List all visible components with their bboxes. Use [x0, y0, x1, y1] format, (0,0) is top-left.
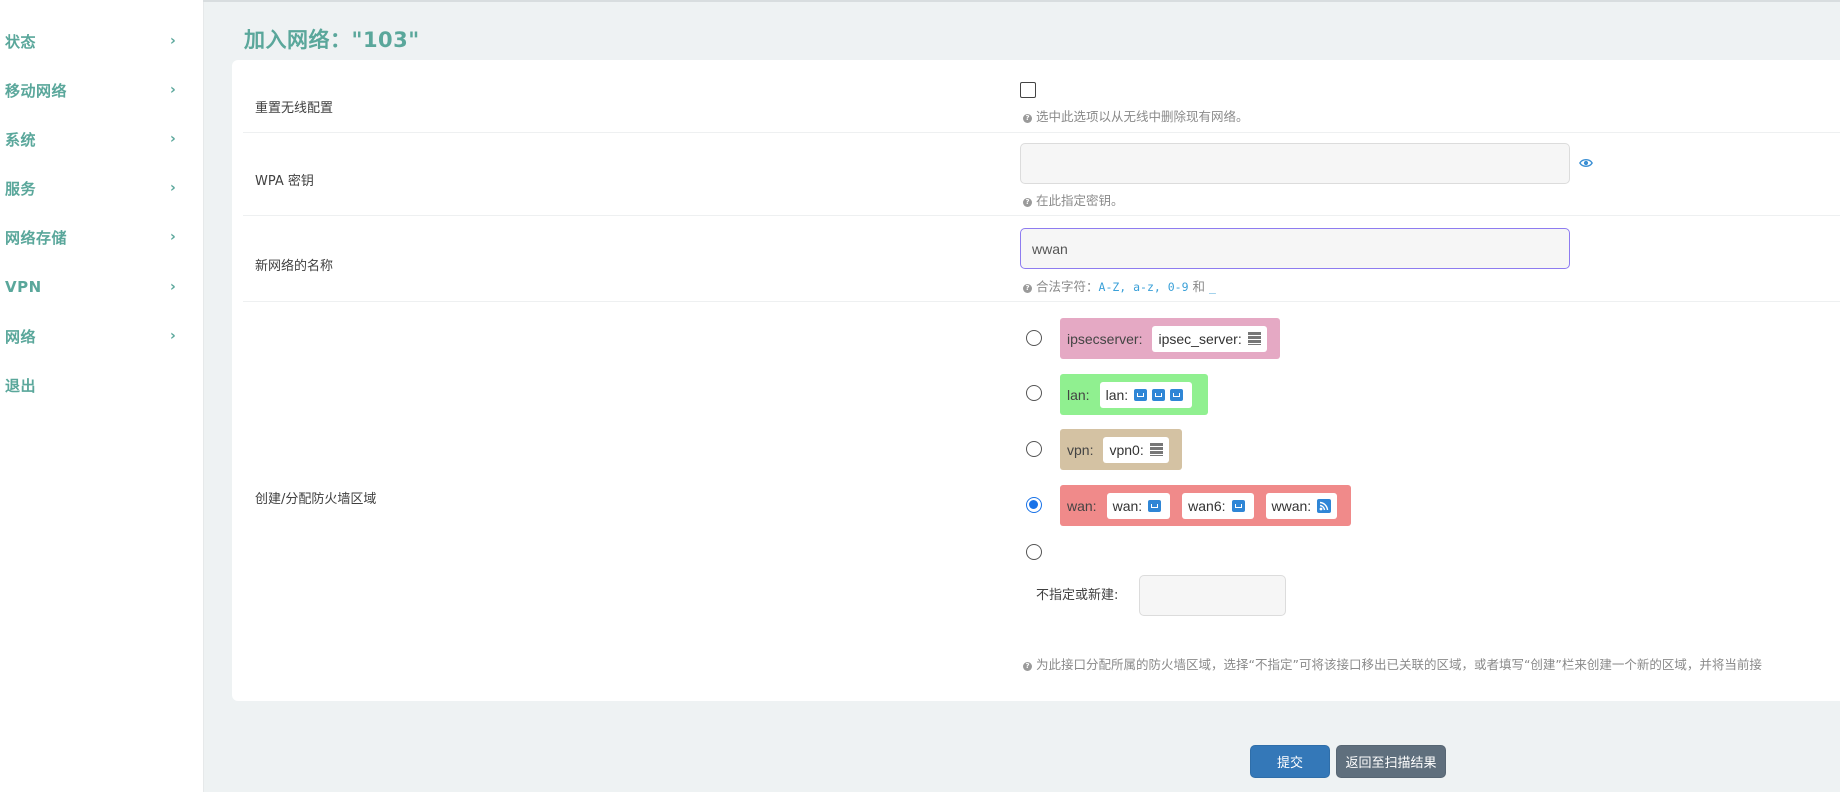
eye-icon[interactable]: [1579, 156, 1593, 170]
ethernet-icon: [1170, 388, 1184, 401]
zone-radio-none[interactable]: [1026, 544, 1042, 560]
row-divider: [243, 301, 1840, 302]
zone-badge-ipsecserver[interactable]: ipsecserver: ipsec_server:: [1060, 318, 1280, 359]
firewall-zone-label: 创建/分配防火墙区域: [255, 492, 377, 507]
sidebar-item-logout[interactable]: 退出: [0, 370, 186, 400]
interface-chip: wan6:: [1182, 492, 1254, 519]
help-and: 和: [1188, 279, 1209, 294]
sidebar-item-label: 移动网络: [5, 81, 68, 100]
interface-label: ipsec_server:: [1158, 330, 1242, 347]
ethernet-icon: [1148, 499, 1162, 512]
sidebar-item-label: 网络存储: [5, 228, 68, 247]
ethernet-icon: [1152, 388, 1166, 401]
page-title: 加入网络："103": [244, 28, 420, 52]
top-divider: [203, 0, 1840, 2]
interface-label: lan:: [1105, 386, 1129, 403]
interface-label: vpn0:: [1109, 441, 1144, 458]
reset-wireless-label: 重置无线配置: [255, 101, 334, 116]
allowed-underscore: _: [1208, 280, 1216, 294]
sidebar-item-mobile-network[interactable]: 移动网络 ›: [0, 75, 186, 105]
help-text: 为此接口分配所属的防火墙区域，选择“不指定”可将该接口移出已关联的区域，或者填写…: [1036, 657, 1762, 672]
wpa-key-label: WPA 密钥: [255, 174, 314, 189]
sidebar: 状态 › 移动网络 › 系统 › 服务 › 网络存储 › VPN › 网络 › …: [0, 0, 204, 792]
chevron-right-icon: ›: [170, 328, 176, 344]
interface-label: wwan:: [1271, 497, 1312, 514]
help-icon: ?: [1023, 284, 1032, 293]
zone-radio-vpn[interactable]: [1026, 441, 1042, 457]
zone-badge-wan[interactable]: wan: wan: wan6: wwan:: [1060, 485, 1351, 526]
interface-chip: lan:: [1099, 381, 1193, 408]
interface-chip: vpn0:: [1103, 436, 1169, 463]
chevron-right-icon: ›: [170, 229, 176, 245]
network-name-input[interactable]: [1020, 228, 1570, 269]
row-divider: [243, 132, 1840, 133]
zone-none-label: 不指定或新建:: [1036, 588, 1119, 603]
zone-radio-wan[interactable]: [1026, 497, 1042, 513]
sidebar-item-label: 系统: [5, 130, 37, 149]
server-icon: [1247, 332, 1261, 345]
network-name-label: 新网络的名称: [255, 259, 334, 274]
interface-label: wan6:: [1188, 497, 1226, 514]
sidebar-item-vpn[interactable]: VPN ›: [0, 272, 186, 302]
help-text: 选中此选项以从无线中删除现有网络。: [1036, 109, 1249, 124]
zone-name: lan:: [1067, 386, 1090, 403]
wpa-key-input[interactable]: [1020, 143, 1570, 184]
zone-name: ipsecserver:: [1067, 330, 1143, 347]
zone-create-input[interactable]: [1139, 575, 1286, 616]
help-icon: ?: [1023, 662, 1032, 671]
ethernet-icon: [1134, 388, 1148, 401]
interface-chip: wan:: [1106, 492, 1171, 519]
sidebar-item-network[interactable]: 网络 ›: [0, 321, 186, 351]
help-icon: ?: [1023, 114, 1032, 123]
allowed-chars: A-Z, a-z, 0-9: [1098, 280, 1189, 294]
sidebar-item-status[interactable]: 状态 ›: [0, 26, 186, 56]
chevron-right-icon: ›: [170, 131, 176, 147]
firewall-zone-help: ? 为此接口分配所属的防火墙区域，选择“不指定”可将该接口移出已关联的区域，或者填…: [1023, 654, 1762, 673]
interface-label: wan:: [1112, 497, 1143, 514]
sidebar-item-services[interactable]: 服务 ›: [0, 173, 186, 203]
zone-radio-lan[interactable]: [1026, 385, 1042, 401]
reset-wireless-checkbox[interactable]: [1020, 82, 1036, 98]
help-text: 合法字符：: [1036, 279, 1099, 294]
zone-badge-vpn[interactable]: vpn: vpn0:: [1060, 429, 1182, 470]
ethernet-icon: [1231, 499, 1245, 512]
sidebar-item-label: 退出: [5, 376, 37, 395]
interface-chip: wwan:: [1265, 492, 1338, 519]
wifi-icon: [1317, 498, 1332, 513]
zone-name: wan:: [1067, 497, 1097, 514]
back-to-scan-button[interactable]: 返回至扫描结果: [1336, 745, 1446, 778]
sidebar-item-label: VPN: [5, 278, 42, 296]
zone-name: vpn:: [1067, 441, 1094, 458]
chevron-right-icon: ›: [170, 82, 176, 98]
wpa-key-help: ? 在此指定密钥。: [1023, 190, 1124, 209]
server-icon: [1149, 443, 1163, 456]
help-text: 在此指定密钥。: [1036, 193, 1124, 208]
chevron-right-icon: ›: [170, 180, 176, 196]
row-divider: [243, 215, 1840, 216]
sidebar-item-label: 服务: [5, 179, 37, 198]
interface-chip: ipsec_server:: [1152, 325, 1267, 352]
zone-badge-lan[interactable]: lan: lan:: [1060, 374, 1208, 415]
network-name-help: ? 合法字符：A-Z, a-z, 0-9 和 _: [1023, 276, 1216, 295]
submit-button[interactable]: 提交: [1250, 745, 1330, 778]
sidebar-item-system[interactable]: 系统 ›: [0, 124, 186, 154]
help-icon: ?: [1023, 198, 1032, 207]
zone-radio-ipsecserver[interactable]: [1026, 330, 1042, 346]
chevron-right-icon: ›: [170, 33, 176, 49]
sidebar-item-nas[interactable]: 网络存储 ›: [0, 222, 186, 252]
chevron-right-icon: ›: [170, 279, 176, 295]
sidebar-item-label: 状态: [5, 32, 37, 51]
sidebar-item-label: 网络: [5, 327, 37, 346]
reset-wireless-help: ? 选中此选项以从无线中删除现有网络。: [1023, 106, 1249, 125]
